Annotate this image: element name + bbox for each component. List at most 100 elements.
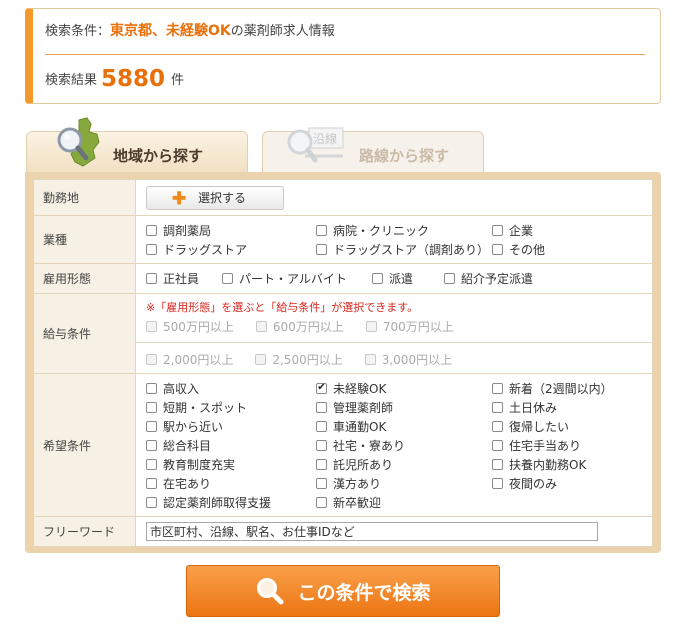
checkbox-option[interactable]: パート・アルバイト: [222, 270, 372, 287]
checkbox-option[interactable]: 企業: [492, 222, 642, 238]
checkbox[interactable]: [146, 224, 157, 236]
checkbox[interactable]: [316, 496, 327, 508]
checkbox[interactable]: [316, 401, 327, 413]
checkbox-checked[interactable]: ✔: [316, 382, 327, 394]
checkbox-label: 漢方あり: [333, 476, 382, 491]
search-button-label: この条件で検索: [297, 582, 431, 604]
checkbox[interactable]: [372, 273, 383, 284]
checkbox-option[interactable]: 在宅あり: [146, 475, 316, 491]
checkbox[interactable]: [316, 439, 327, 451]
checkbox-option[interactable]: 教育制度充実: [146, 456, 316, 472]
checkbox-option[interactable]: 扶養内勤務OK: [492, 456, 642, 472]
summary-divider: [45, 54, 645, 55]
checkbox-option[interactable]: 病院・クリニック: [316, 222, 492, 238]
checkbox-option[interactable]: 漢方あり: [316, 475, 492, 491]
checkbox-option[interactable]: 復帰したい: [492, 418, 642, 434]
checkbox[interactable]: [146, 420, 157, 432]
checkbox[interactable]: [492, 420, 503, 432]
checkbox-label: 新着（2週間以内）: [509, 381, 613, 396]
checkbox[interactable]: [492, 224, 503, 236]
checkbox-label: 管理薬剤師: [333, 400, 394, 415]
checkbox[interactable]: [492, 439, 503, 451]
checkbox[interactable]: [222, 273, 233, 284]
checkbox[interactable]: [492, 458, 503, 470]
checkbox[interactable]: [146, 243, 157, 255]
checkbox[interactable]: [316, 224, 327, 236]
select-button-label: 選択する: [198, 191, 247, 205]
route-icon-text: 沿線: [313, 131, 337, 146]
condition-highlight: 東京都、未経験OK: [110, 23, 231, 39]
checkbox-option[interactable]: 駅から近い: [146, 418, 316, 434]
tab-route-search[interactable]: 沿線 路線から探す: [262, 127, 484, 173]
checkbox[interactable]: [492, 243, 503, 255]
freeword-input[interactable]: [146, 522, 598, 541]
checkbox-option[interactable]: ✔ 未経験OK: [316, 380, 492, 396]
checkbox-option[interactable]: 短期・スポット: [146, 399, 316, 415]
plus-icon: ✚: [172, 188, 187, 208]
checkbox[interactable]: [146, 439, 157, 451]
checkbox-label: 駅から近い: [163, 419, 224, 434]
checkbox-label: 教育制度充実: [163, 457, 236, 472]
checkbox[interactable]: [444, 273, 455, 284]
gyoshu-options: 調剤薬局 病院・クリニック 企業ドラッグストア ドラッグストア（調剤あり） その他: [146, 222, 642, 257]
search-result: 検索結果 5880 件: [45, 64, 184, 92]
checkbox-option[interactable]: 住宅手当あり: [492, 437, 642, 453]
result-label: 検索結果: [45, 73, 98, 88]
kyuyo-label: 給与条件: [33, 293, 136, 374]
checkbox-option: 600万円以上: [255, 318, 344, 335]
magnifier-route-icon: 沿線: [283, 122, 345, 175]
checkbox-option[interactable]: 車通勤OK: [316, 418, 492, 434]
checkbox-option: 500万円以上: [146, 318, 234, 335]
checkbox[interactable]: [146, 477, 157, 489]
search-submit-button[interactable]: この条件で検索: [186, 565, 500, 617]
checkbox-option[interactable]: 新着（2週間以内）: [492, 380, 642, 396]
checkbox-option[interactable]: 土日休み: [492, 399, 642, 415]
checkbox-label: 総合科目: [163, 438, 212, 453]
checkbox[interactable]: [146, 401, 157, 413]
checkbox[interactable]: [492, 477, 503, 489]
checkbox-label: 紹介予定派遣: [461, 272, 534, 286]
checkbox: [146, 354, 157, 365]
checkbox[interactable]: [316, 477, 327, 489]
checkbox[interactable]: [146, 273, 157, 284]
kibo-label: 希望条件: [33, 373, 136, 517]
checkbox-option[interactable]: ドラッグストア（調剤あり）: [316, 241, 492, 257]
checkbox-option[interactable]: 認定薬剤師取得支援: [146, 494, 316, 510]
checkbox-label: ドラッグストア（調剤あり）: [333, 242, 490, 257]
checkbox-label: 車通勤OK: [333, 419, 387, 434]
checkbox-option[interactable]: ドラッグストア: [146, 241, 316, 257]
checkbox: [146, 321, 157, 332]
checkbox-option[interactable]: 管理薬剤師: [316, 399, 492, 415]
checkbox-label: 正社員: [163, 272, 200, 286]
tab-route-label: 路線から探す: [359, 147, 450, 165]
checkbox-option[interactable]: 夜間のみ: [492, 475, 642, 491]
checkbox-label: 扶養内勤務OK: [509, 457, 587, 472]
checkbox[interactable]: [316, 243, 327, 255]
checkbox-option[interactable]: 新卒歓迎: [316, 494, 492, 510]
checkbox-option[interactable]: 総合科目: [146, 437, 316, 453]
checkbox-option: 700万円以上: [365, 318, 454, 335]
checkbox[interactable]: [146, 382, 157, 394]
checkbox[interactable]: [492, 401, 503, 413]
freeword-label: フリーワード: [33, 516, 136, 547]
checkbox-label: パート・アルバイト: [239, 272, 347, 286]
checkbox-option[interactable]: 正社員: [146, 270, 222, 287]
checkbox[interactable]: [316, 458, 327, 470]
checkbox-label: 700万円以上: [382, 320, 454, 334]
checkbox-option[interactable]: 派遣: [372, 270, 444, 287]
magnifier-icon: [257, 578, 284, 605]
checkbox[interactable]: [316, 420, 327, 432]
checkbox-option[interactable]: 調剤薬局: [146, 222, 316, 238]
checkbox-option[interactable]: 高収入: [146, 380, 316, 396]
tab-area-search[interactable]: 地域から探す: [26, 117, 248, 173]
koyo-options: 正社員 パート・アルバイト 派遣 紹介予定派遣: [146, 270, 642, 287]
checkbox-option[interactable]: 社宅・寮あり: [316, 437, 492, 453]
checkbox-option[interactable]: その他: [492, 241, 642, 257]
checkbox[interactable]: [492, 382, 503, 394]
select-location-button[interactable]: ✚ 選択する: [146, 185, 284, 210]
gyoshu-label: 業種: [33, 215, 136, 264]
checkbox[interactable]: [146, 458, 157, 470]
checkbox[interactable]: [146, 496, 157, 508]
checkbox-option[interactable]: 紹介予定派遣: [444, 270, 544, 287]
checkbox-option[interactable]: 託児所あり: [316, 456, 492, 472]
